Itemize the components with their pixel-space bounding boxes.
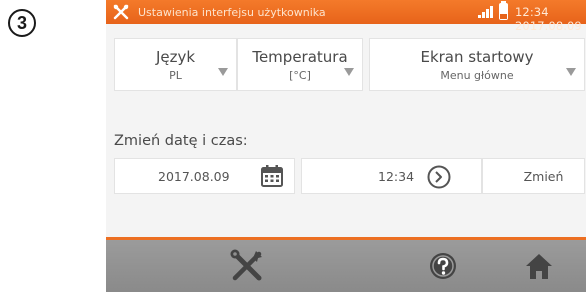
start-screen-selector[interactable]: Ekran startowy Menu główne	[369, 38, 585, 91]
change-datetime-button[interactable]: Zmień	[482, 158, 585, 194]
datetime-section-label: Zmień datę i czas:	[114, 133, 248, 149]
time-field[interactable]: 12:34	[301, 158, 482, 194]
change-button-label: Zmień	[523, 168, 564, 184]
calendar-icon[interactable]	[260, 164, 284, 191]
start-screen-label: Ekran startowy	[420, 47, 534, 66]
date-value: 2017.08.09	[158, 168, 230, 184]
start-screen-value: Menu główne	[440, 68, 514, 82]
window-title: Ustawienia interfejsu użytkownika	[138, 5, 326, 19]
battery-icon	[499, 1, 508, 20]
chevron-down-icon	[218, 68, 228, 76]
chevron-down-icon	[344, 68, 354, 76]
tools-icon[interactable]	[220, 240, 274, 292]
status-clock: 12:34 2017.08.09	[515, 5, 582, 33]
chevron-down-icon	[566, 68, 576, 76]
temperature-value: [°C]	[289, 68, 311, 82]
title-bar: Ustawienia interfejsu użytkownika 12:34 …	[106, 0, 586, 33]
bottom-toolbar	[106, 240, 586, 292]
help-icon[interactable]	[422, 240, 464, 292]
language-value: PL	[169, 68, 182, 82]
language-selector[interactable]: Język PL	[114, 38, 237, 91]
clock-icon[interactable]	[426, 164, 452, 193]
signal-icon	[478, 6, 494, 18]
step-number-badge: 3	[8, 9, 36, 37]
tools-icon[interactable]	[110, 0, 132, 24]
date-field[interactable]: 2017.08.09	[114, 158, 295, 194]
temperature-selector[interactable]: Temperatura [°C]	[237, 38, 363, 91]
home-icon[interactable]	[518, 240, 560, 292]
time-value: 12:34	[378, 168, 415, 184]
temperature-label: Temperatura	[252, 47, 348, 66]
device-screen: Ustawienia interfejsu użytkownika 12:34 …	[106, 0, 586, 292]
language-label: Język	[155, 47, 196, 66]
